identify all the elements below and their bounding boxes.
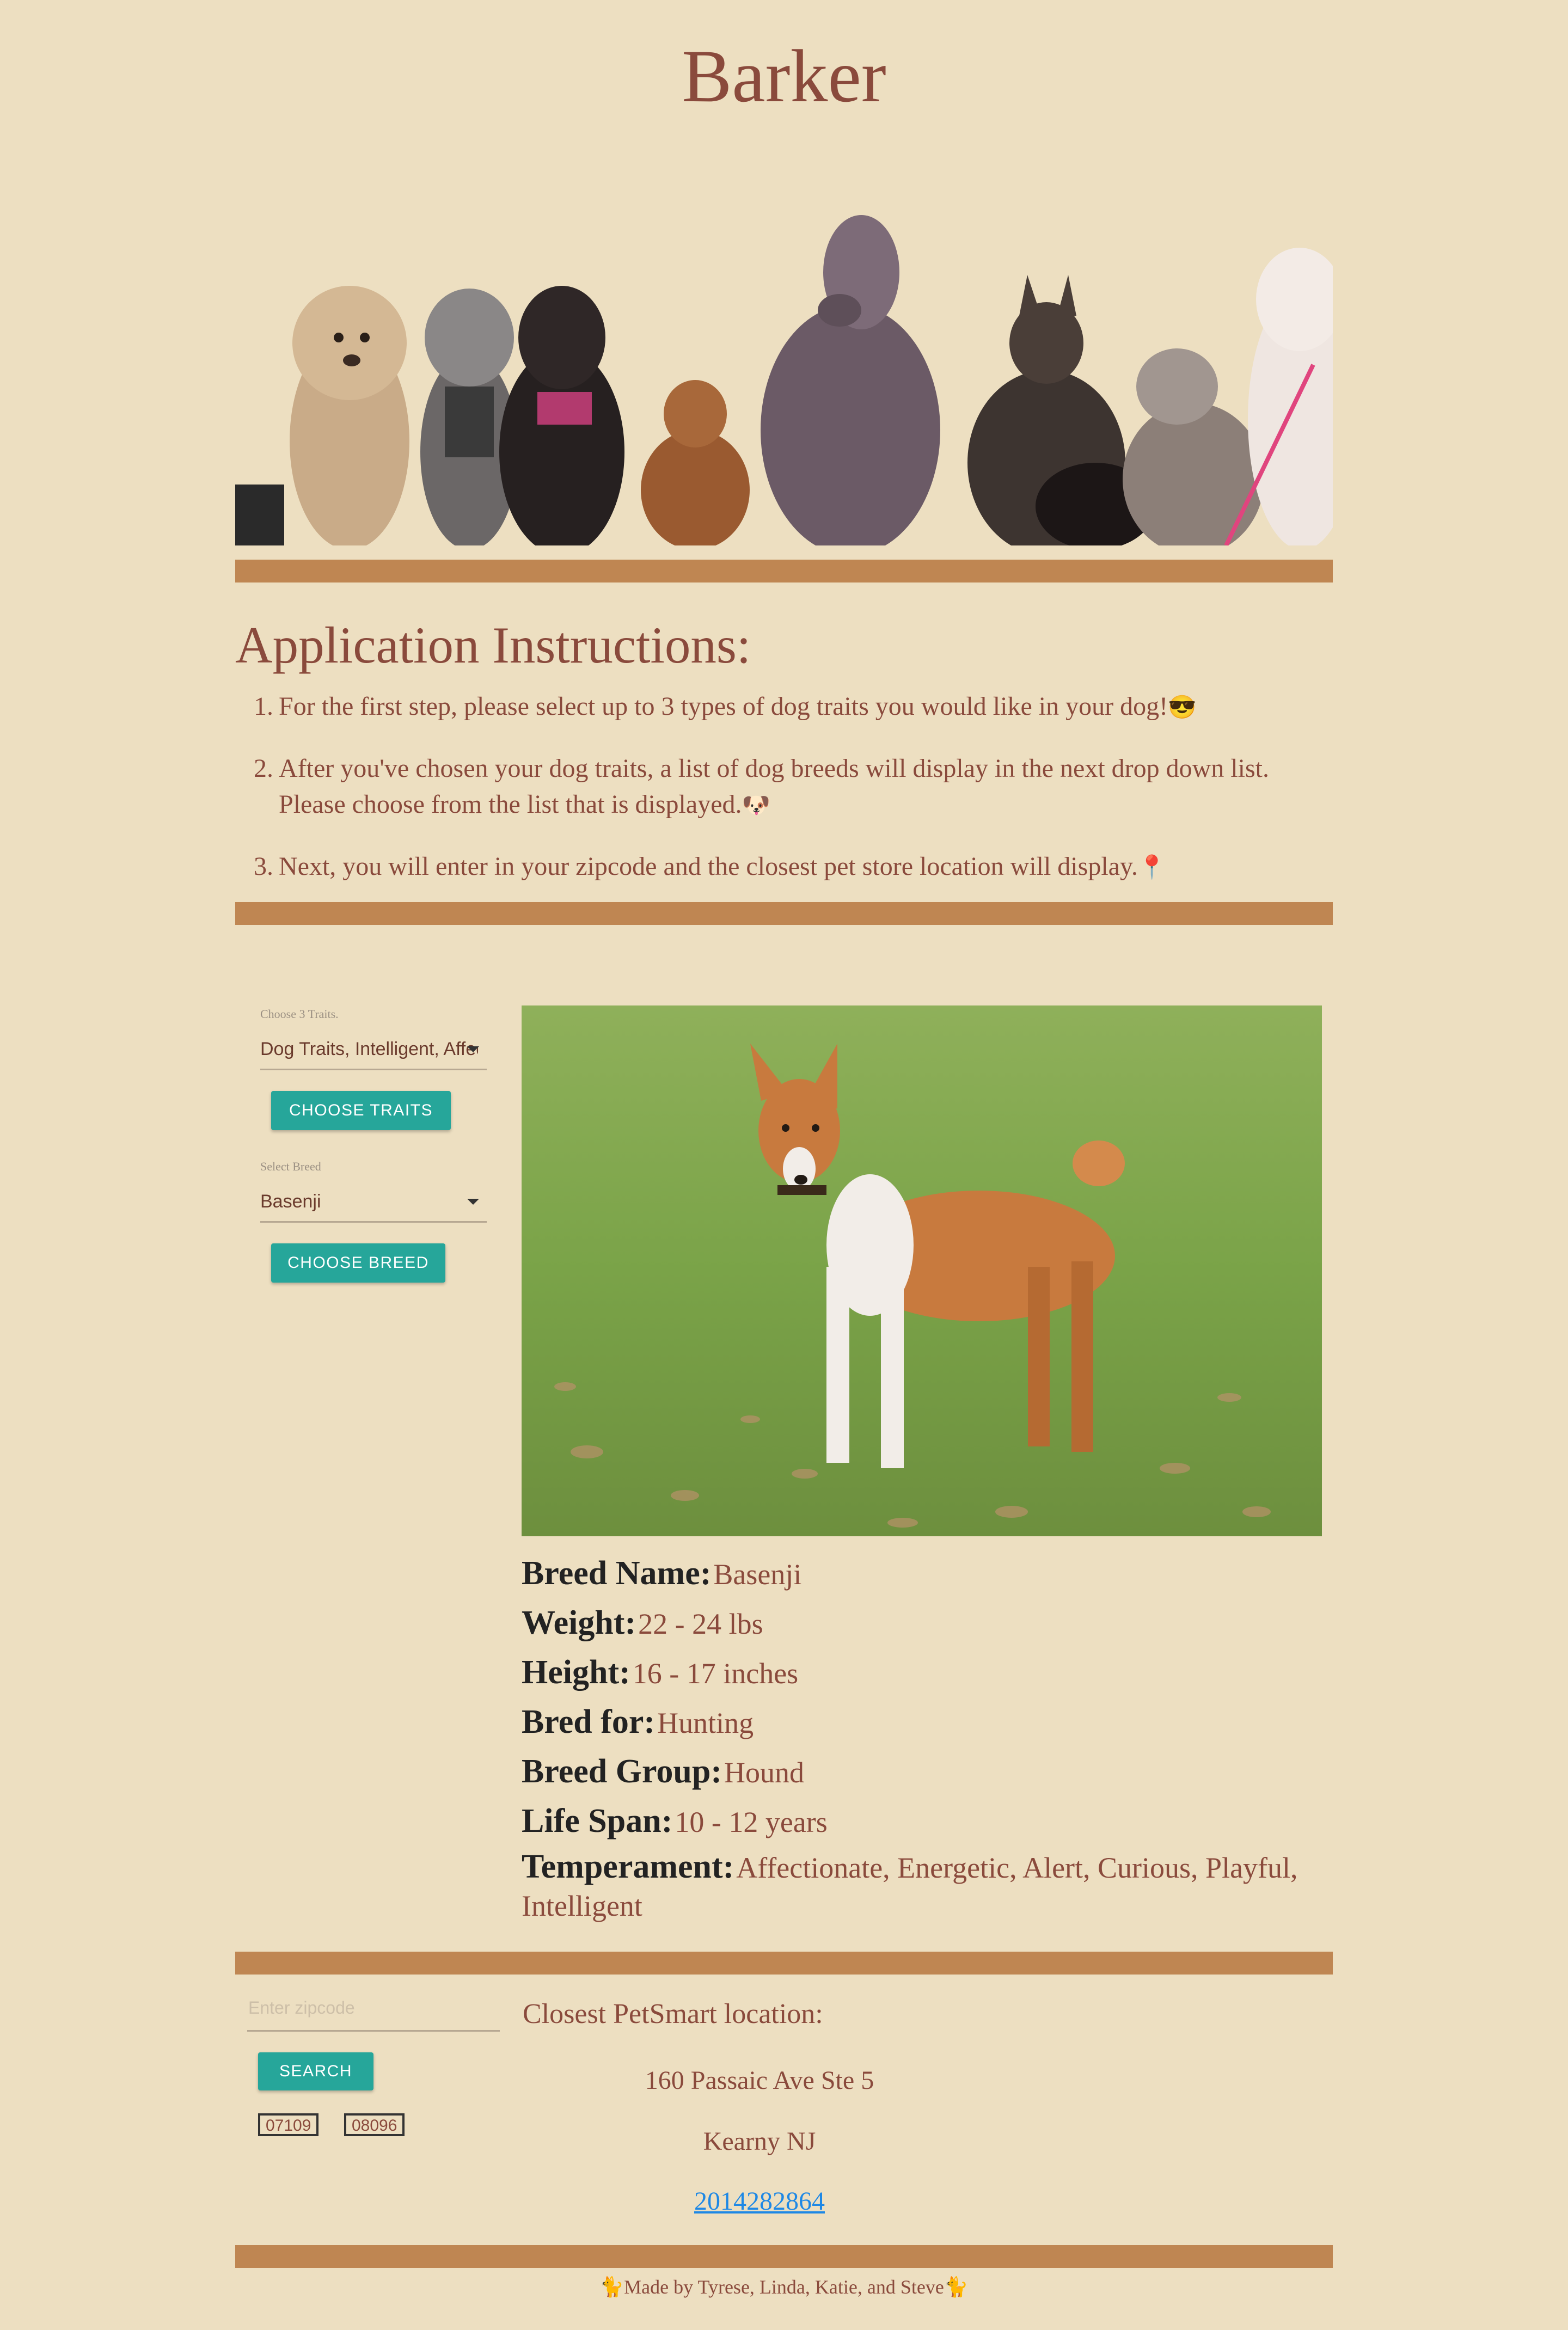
pin-icon: 📍 <box>1137 855 1167 880</box>
breed-info-row: Temperament: Affectionate, Energetic, Al… <box>522 1848 1327 1929</box>
hero-dogs-image <box>235 158 1333 545</box>
breed-info-row: Life Span: 10 - 12 years <box>522 1802 1327 1841</box>
step-text: After you've chosen your dog traits, a l… <box>279 754 1270 819</box>
traits-select[interactable]: Dog Traits, Intelligent, Affect <box>260 1034 487 1070</box>
sunglasses-icon: 😎 <box>1168 695 1197 720</box>
store-phone-container: 2014282864 <box>523 2186 996 2216</box>
traits-label: Choose 3 Traits. <box>260 1007 339 1021</box>
height-value: 16 - 17 inches <box>632 1657 799 1690</box>
dog-face-icon: 🐶 <box>742 793 770 818</box>
store-address-line1: 160 Passaic Ave Ste 5 <box>645 2066 874 2095</box>
weight-key: Weight: <box>522 1604 636 1641</box>
recent-zip-chip[interactable]: 08096 <box>344 2113 405 2136</box>
store-address-line2: Kearny NJ <box>703 2127 816 2156</box>
dog-figure <box>761 215 940 545</box>
divider <box>235 2245 1333 2268</box>
page-title: Barker <box>682 34 886 118</box>
breed-label: Select Breed <box>260 1160 321 1173</box>
dog-figure <box>1123 348 1264 545</box>
list-item: 1. For the first step, please select up … <box>254 692 1197 721</box>
dog-figure <box>499 286 624 545</box>
chevron-down-icon <box>467 1199 479 1205</box>
step-text: Next, you will enter in your zipcode and… <box>279 852 1138 881</box>
breed-select[interactable]: Basenji <box>260 1187 487 1223</box>
life-span-value: 10 - 12 years <box>675 1806 828 1838</box>
cat-icon: 🐈 <box>944 2276 969 2298</box>
store-phone-link[interactable]: 2014282864 <box>694 2187 825 2216</box>
cat-icon: 🐈 <box>599 2276 624 2298</box>
recent-zip-chip[interactable]: 07109 <box>258 2113 319 2136</box>
height-key: Height: <box>522 1654 630 1691</box>
footer: 🐈Made by Tyrese, Linda, Katie, and Steve… <box>235 2276 1333 2298</box>
zipcode-input[interactable] <box>247 1987 502 2019</box>
instructions-list: 1. For the first step, please select up … <box>254 689 1313 911</box>
step-text: For the first step, please select up to … <box>279 692 1168 721</box>
breed-info-row: Breed Group: Hound <box>522 1752 1327 1791</box>
divider <box>235 1952 1333 1975</box>
chevron-down-icon <box>467 1046 479 1052</box>
instructions-heading: Application Instructions: <box>235 616 751 674</box>
dog-figure <box>641 380 750 545</box>
breed-name-key: Breed Name: <box>522 1555 712 1592</box>
traits-select-value: Dog Traits, Intelligent, Affect <box>260 1039 478 1059</box>
breed-select-value: Basenji <box>260 1191 321 1212</box>
divider <box>235 902 1333 925</box>
breed-photo <box>522 1005 1322 1536</box>
divider <box>235 560 1333 582</box>
dog-figure <box>235 286 409 545</box>
list-item: 2. After you've chosen your dog traits, … <box>254 754 1270 819</box>
life-span-key: Life Span: <box>522 1802 673 1840</box>
breed-group-key: Breed Group: <box>522 1753 722 1790</box>
choose-traits-button[interactable]: CHOOSE TRAITS <box>271 1091 451 1130</box>
bred-for-key: Bred for: <box>522 1703 656 1740</box>
breed-name-value: Basenji <box>713 1558 802 1591</box>
breed-info-row: Breed Name: Basenji <box>522 1554 1327 1593</box>
list-item: 3. Next, you will enter in your zipcode … <box>254 852 1167 881</box>
footer-text: Made by Tyrese, Linda, Katie, and Steve <box>624 2276 944 2298</box>
choose-breed-button[interactable]: CHOOSE BREED <box>271 1243 445 1283</box>
store-heading: Closest PetSmart location: <box>523 1998 823 2029</box>
search-button[interactable]: SEARCH <box>258 2052 373 2090</box>
breed-group-value: Hound <box>724 1756 805 1789</box>
breed-info-row: Bred for: Hunting <box>522 1703 1327 1742</box>
breed-info-row: Weight: 22 - 24 lbs <box>522 1604 1327 1642</box>
weight-value: 22 - 24 lbs <box>638 1608 763 1640</box>
temperament-key: Temperament: <box>522 1848 734 1885</box>
breed-info-row: Height: 16 - 17 inches <box>522 1653 1327 1692</box>
zipcode-field[interactable] <box>247 1987 502 2032</box>
bred-for-value: Hunting <box>657 1707 754 1739</box>
